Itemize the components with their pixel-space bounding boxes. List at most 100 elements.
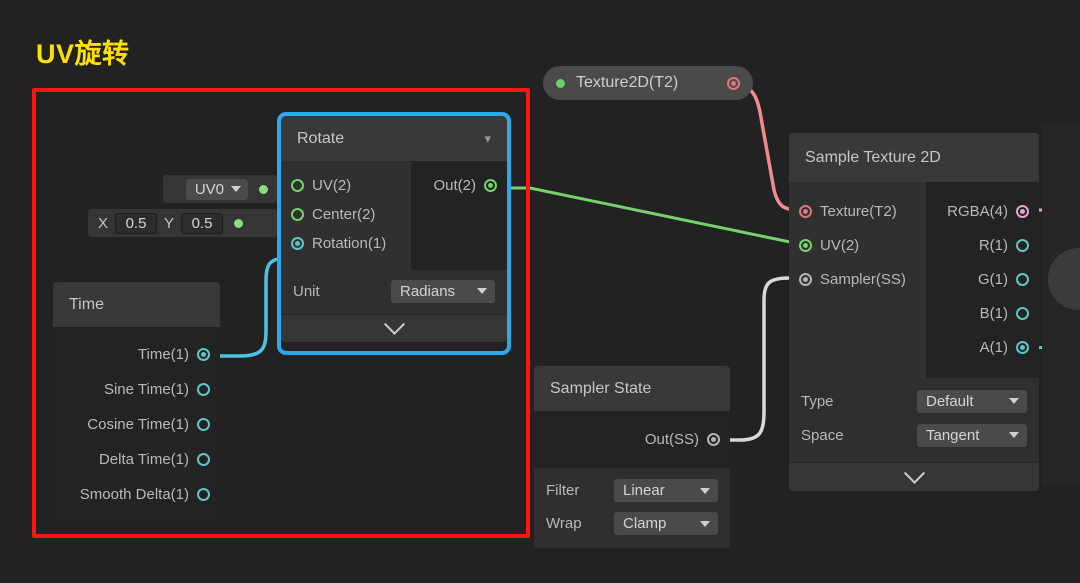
x-value-field[interactable]: 0.5: [115, 212, 158, 234]
port-dot-icon[interactable]: [1016, 204, 1029, 218]
x-axis-label: X: [98, 214, 109, 232]
uv0-dropdown[interactable]: UV0: [185, 178, 248, 200]
node-sampler-state-title: Sampler State: [550, 379, 652, 397]
wrap-dropdown-value: Clamp: [623, 515, 667, 532]
node-sample-texture-inputs: Texture(T2) UV(2) Sampler(SS): [789, 182, 926, 378]
port-label: Delta Time(1): [98, 451, 189, 468]
node-time[interactable]: Time Time(1) Sine Time(1) Cosine Time(1)…: [53, 282, 220, 524]
port-dot-icon[interactable]: [799, 204, 812, 218]
setting-label: Filter: [546, 482, 580, 499]
node-time-outputs: Time(1) Sine Time(1) Cosine Time(1) Delt…: [53, 327, 220, 524]
port-dot-icon[interactable]: [197, 348, 210, 361]
node-sample-texture-outputs: RGBA(4) R(1) G(1) B(1) A(1): [926, 182, 1039, 378]
port-dot-icon[interactable]: [197, 383, 210, 396]
port-r-out[interactable]: R(1): [926, 228, 1039, 262]
property-bulb-icon: [556, 78, 565, 88]
chevron-down-icon: [231, 186, 241, 192]
setting-row-filter[interactable]: Filter Linear: [546, 474, 718, 507]
setting-label: Type: [801, 392, 834, 410]
node-sampler-state[interactable]: Sampler State Out(SS) Filter Linear Wrap: [534, 366, 730, 548]
port-cosine-time[interactable]: Cosine Time(1): [53, 407, 220, 442]
port-dot-icon[interactable]: [1016, 306, 1029, 320]
port-sine-time[interactable]: Sine Time(1): [53, 372, 220, 407]
node-time-title: Time: [69, 295, 104, 313]
node-sample-texture-settings: Type Default Space Tangent: [789, 378, 1039, 462]
uv0-output-dot[interactable]: [259, 184, 268, 194]
port-dot-icon[interactable]: [799, 272, 812, 286]
setting-row-wrap[interactable]: Wrap Clamp: [546, 507, 718, 540]
node-time-header[interactable]: Time: [53, 282, 220, 327]
port-dot-icon[interactable]: [799, 238, 812, 252]
port-delta-time[interactable]: Delta Time(1): [53, 442, 220, 477]
port-label: Texture(T2): [820, 202, 897, 220]
setting-label: Wrap: [546, 515, 582, 532]
port-dot-icon[interactable]: [1016, 238, 1029, 252]
y-axis-label: Y: [164, 214, 175, 232]
chevron-down-icon: [700, 487, 710, 494]
port-label: G(1): [978, 270, 1008, 288]
port-dot-icon[interactable]: [197, 488, 210, 501]
port-a-out[interactable]: A(1): [926, 330, 1039, 364]
space-dropdown[interactable]: Tangent: [917, 423, 1027, 447]
port-texture2d-out[interactable]: [727, 76, 740, 90]
space-dropdown-value: Tangent: [926, 426, 980, 444]
port-label: Time(1): [137, 346, 189, 363]
annotation-box-blue: [277, 112, 511, 355]
port-rgba-out[interactable]: RGBA(4): [926, 194, 1039, 228]
setting-row-type[interactable]: Type Default: [801, 384, 1027, 418]
uv0-widget-row[interactable]: UV0: [163, 175, 277, 203]
shader-graph-canvas: UV旋转 Texture2D(T2) UV0 X 0.5 Y 0.5 Rotat…: [0, 0, 1080, 583]
type-dropdown-value: Default: [926, 392, 974, 410]
vector2-widget-row[interactable]: X 0.5 Y 0.5: [88, 209, 277, 237]
node-sampler-state-ports: Out(SS): [534, 411, 730, 468]
wire-rotate-out-to-sample-uv: [490, 186, 806, 244]
port-g-out[interactable]: G(1): [926, 262, 1039, 296]
node-sample-texture-2d[interactable]: Sample Texture 2D Texture(T2) UV(2) Samp…: [789, 133, 1039, 491]
port-label: A(1): [979, 338, 1008, 356]
port-sampler-out[interactable]: Out(SS): [534, 425, 730, 454]
port-label: RGBA(4): [947, 202, 1008, 220]
vector2-output-dot[interactable]: [234, 218, 244, 228]
property-node-texture2d[interactable]: Texture2D(T2): [543, 66, 753, 100]
port-texture-in[interactable]: Texture(T2): [789, 194, 926, 228]
filter-dropdown[interactable]: Linear: [614, 479, 718, 502]
filter-dropdown-value: Linear: [623, 482, 665, 499]
node-sampler-state-header[interactable]: Sampler State: [534, 366, 730, 411]
port-dot-icon[interactable]: [707, 433, 720, 446]
type-dropdown[interactable]: Default: [917, 389, 1027, 413]
port-dot-icon[interactable]: [1016, 340, 1029, 354]
port-dot-icon[interactable]: [1016, 272, 1029, 286]
chevron-down-icon: [903, 462, 925, 484]
port-label: Smooth Delta(1): [79, 486, 189, 503]
node-sampler-state-settings: Filter Linear Wrap Clamp: [534, 468, 730, 548]
port-b-out[interactable]: B(1): [926, 296, 1039, 330]
port-label: Cosine Time(1): [87, 416, 189, 433]
chevron-down-icon: [700, 520, 710, 527]
port-time[interactable]: Time(1): [53, 337, 220, 372]
setting-row-space[interactable]: Space Tangent: [801, 418, 1027, 452]
uv0-dropdown-value: UV0: [194, 180, 224, 198]
node-sample-texture-ports: Texture(T2) UV(2) Sampler(SS) RGBA(4) R(…: [789, 182, 1039, 378]
port-label: B(1): [979, 304, 1008, 322]
node-sample-texture-expander[interactable]: [789, 462, 1039, 491]
node-sample-texture-header[interactable]: Sample Texture 2D: [789, 133, 1039, 182]
chevron-down-icon: [1009, 398, 1019, 404]
port-label: Sampler(SS): [820, 270, 906, 288]
node-time-ports: Time(1) Sine Time(1) Cosine Time(1) Delt…: [53, 327, 220, 524]
port-dot-icon[interactable]: [197, 453, 210, 466]
port-dot-icon[interactable]: [197, 418, 210, 431]
setting-label: Space: [801, 426, 844, 444]
y-value-field[interactable]: 0.5: [181, 212, 224, 234]
port-uv-in[interactable]: UV(2): [789, 228, 926, 262]
chevron-down-icon: [1009, 432, 1019, 438]
property-node-label: Texture2D(T2): [576, 74, 679, 91]
port-label: Out(SS): [644, 431, 699, 448]
node-sampler-state-outputs: Out(SS): [534, 411, 730, 468]
annotation-title: UV旋转: [36, 39, 130, 69]
port-label: UV(2): [820, 236, 860, 254]
port-label: R(1): [978, 236, 1008, 254]
node-sample-texture-title: Sample Texture 2D: [805, 148, 941, 166]
port-smooth-delta[interactable]: Smooth Delta(1): [53, 477, 220, 512]
port-sampler-in[interactable]: Sampler(SS): [789, 262, 926, 296]
wrap-dropdown[interactable]: Clamp: [614, 512, 718, 535]
